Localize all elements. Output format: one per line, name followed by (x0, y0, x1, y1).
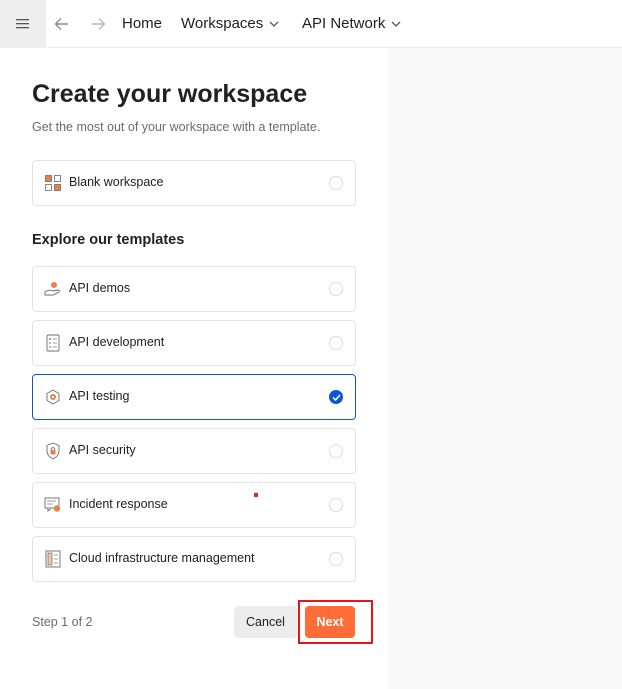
option-label: Blank workspace (69, 175, 164, 189)
option-label: API development (69, 335, 165, 349)
radio-button[interactable] (329, 444, 343, 458)
hamburger-icon (16, 18, 29, 28)
arrow-left-icon (54, 18, 68, 30)
alert-document-icon (44, 496, 62, 514)
option-label: Incident response (69, 497, 168, 511)
top-navigation-bar: Home Workspaces API Network (0, 0, 622, 48)
workspaces-label: Workspaces (181, 15, 264, 32)
hexagon-gear-icon (44, 388, 62, 406)
option-api-demos[interactable]: API demos (32, 266, 356, 312)
cursor-marker (254, 493, 258, 497)
workspaces-dropdown[interactable]: Workspaces (181, 15, 279, 32)
option-label: API security (69, 443, 136, 457)
grid-icon (44, 174, 62, 192)
option-api-security[interactable]: API security (32, 428, 356, 474)
chevron-down-icon (269, 21, 279, 27)
option-cloud-infrastructure-management[interactable]: Cloud infrastructure management (32, 536, 356, 582)
forward-button[interactable] (86, 12, 110, 36)
option-label: Cloud infrastructure management (69, 551, 255, 565)
cancel-button[interactable]: Cancel (234, 606, 297, 638)
api-network-dropdown[interactable]: API Network (302, 15, 401, 32)
radio-button[interactable] (329, 498, 343, 512)
page-title: Create your workspace (32, 80, 308, 108)
option-incident-response[interactable]: Incident response (32, 482, 356, 528)
shield-lock-icon (44, 442, 62, 460)
workspace-form-panel (0, 48, 388, 689)
chevron-down-icon (391, 21, 401, 27)
radio-button[interactable] (329, 552, 343, 566)
highlight-annotation-box (298, 600, 373, 644)
server-rack-icon (44, 550, 62, 568)
radio-button[interactable] (329, 282, 343, 296)
hand-coin-icon (44, 280, 62, 298)
home-link[interactable]: Home (122, 15, 162, 32)
option-label: API testing (69, 389, 130, 403)
home-link-label: Home (122, 15, 163, 32)
arrow-right-icon (92, 18, 106, 30)
page-subtitle: Get the most out of your workspace with … (32, 120, 321, 134)
option-label: API demos (69, 281, 131, 295)
option-api-development[interactable]: API development (32, 320, 356, 366)
api-network-label: API Network (302, 15, 386, 32)
radio-button-checked[interactable] (329, 390, 343, 404)
radio-button[interactable] (329, 336, 343, 350)
hamburger-menu-button[interactable] (0, 0, 46, 47)
option-blank-workspace[interactable]: Blank workspace (32, 160, 356, 206)
templates-heading: Explore our templates (32, 232, 185, 248)
radio-button[interactable] (329, 176, 343, 190)
preview-panel (388, 48, 622, 689)
back-button[interactable] (50, 12, 74, 36)
step-indicator: Step 1 of 2 (32, 615, 93, 629)
document-checklist-icon (44, 334, 62, 352)
checkmark-icon (331, 393, 341, 401)
option-api-testing[interactable]: API testing (32, 374, 356, 420)
